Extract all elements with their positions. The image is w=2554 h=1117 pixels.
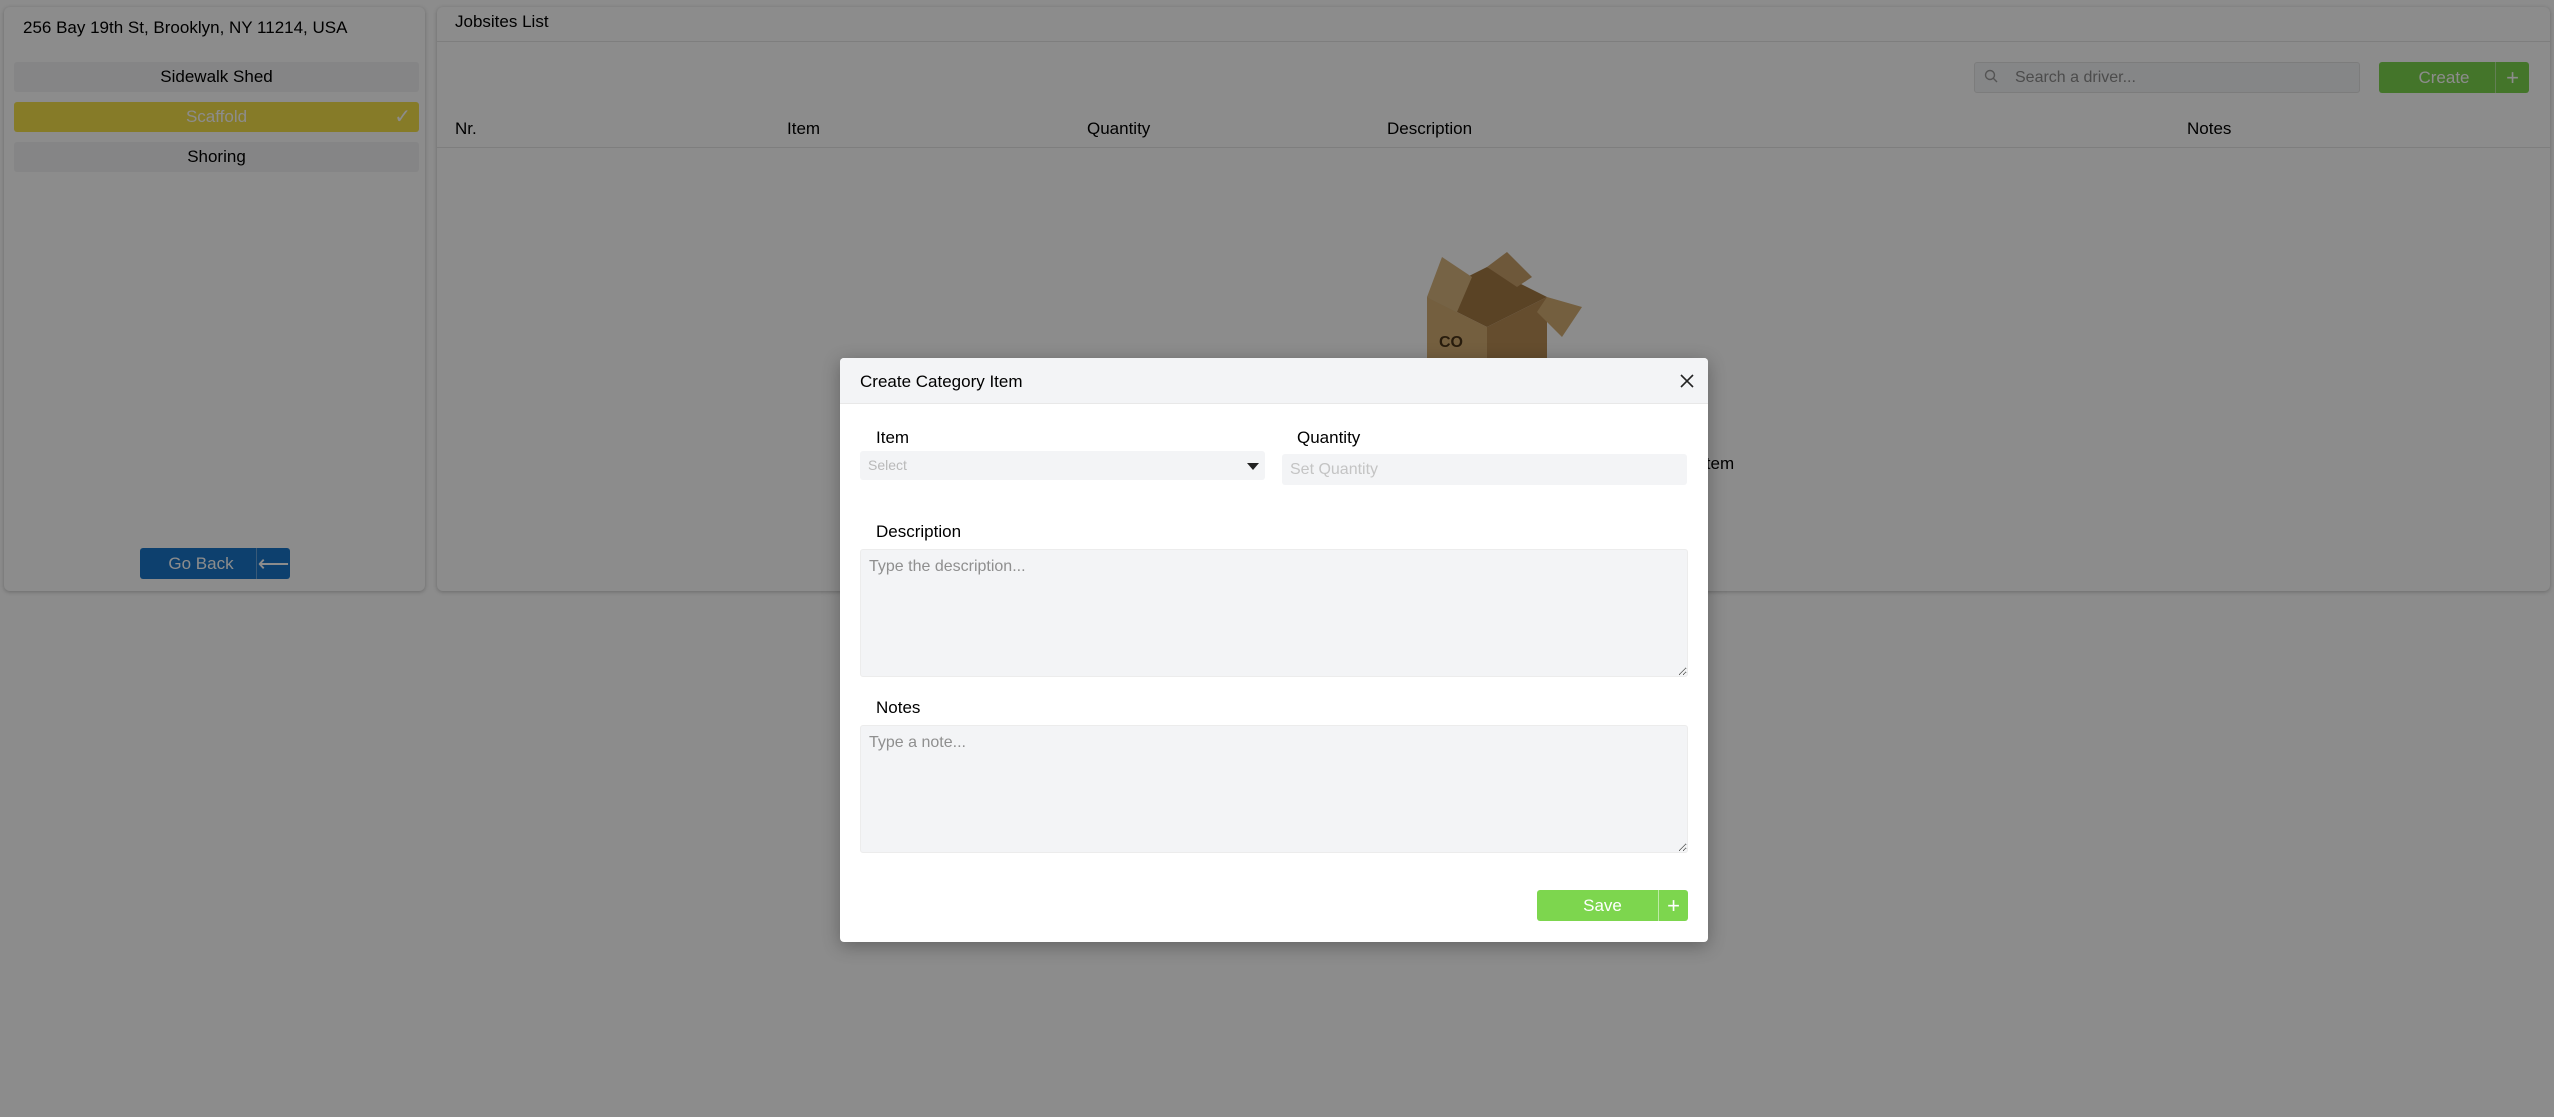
dialog-header: Create Category Item [840, 358, 1708, 404]
close-button[interactable] [1674, 368, 1700, 394]
caret-down-icon [1247, 463, 1259, 470]
item-select[interactable]: Select [860, 451, 1265, 480]
item-select-value: Select [868, 457, 907, 473]
item-label: Item [876, 428, 910, 447]
save-button[interactable]: Save + [1537, 890, 1688, 921]
create-category-item-dialog: Create Category Item Item Select Quantit… [840, 358, 1708, 942]
quantity-label: Quantity [1297, 428, 1361, 447]
description-textarea[interactable] [860, 549, 1688, 677]
save-label: Save [1583, 895, 1622, 915]
close-icon [1680, 374, 1694, 388]
dialog-title: Create Category Item [860, 372, 1023, 391]
notes-textarea[interactable] [860, 725, 1688, 853]
plus-icon: + [1658, 890, 1688, 921]
description-label: Description [876, 522, 962, 541]
quantity-input[interactable] [1282, 454, 1687, 485]
notes-label: Notes [876, 698, 921, 717]
page: 256 Bay 19th St, Brooklyn, NY 11214, USA… [0, 0, 2554, 1117]
